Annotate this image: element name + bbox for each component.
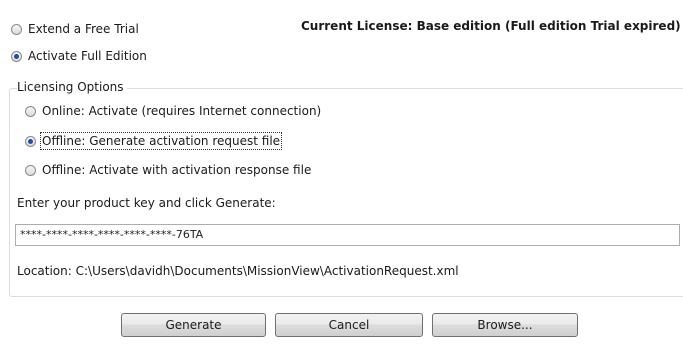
product-key-prompt: Enter your product key and click Generat… xyxy=(17,196,276,210)
radio-circle[interactable] xyxy=(11,23,22,35)
radio-circle[interactable] xyxy=(25,135,36,147)
radio-label: Extend a Free Trial xyxy=(28,22,139,36)
radio-offline-generate[interactable]: Offline: Generate activation request fil… xyxy=(25,132,283,150)
radio-label: Activate Full Edition xyxy=(28,49,147,63)
current-license-label: Current License: Base edition (Full edit… xyxy=(301,19,681,33)
radio-label: Offline: Generate activation request fil… xyxy=(39,132,283,150)
radio-circle[interactable] xyxy=(25,105,36,117)
group-title: Licensing Options xyxy=(17,80,127,94)
radio-online-activate[interactable]: Online: Activate (requires Internet conn… xyxy=(25,104,321,118)
radio-circle[interactable] xyxy=(11,50,22,62)
radio-extend-trial[interactable]: Extend a Free Trial xyxy=(11,22,139,36)
radio-label: Offline: Activate with activation respon… xyxy=(42,163,312,177)
radio-activate-full[interactable]: Activate Full Edition xyxy=(11,49,147,63)
product-key-input[interactable]: ****-****-****-****-****-****-76TA xyxy=(15,224,680,246)
radio-label: Online: Activate (requires Internet conn… xyxy=(42,104,322,118)
generate-button[interactable]: Generate xyxy=(121,313,266,337)
cancel-button[interactable]: Cancel xyxy=(275,313,423,337)
location-path: Location: C:\Users\davidh\Documents\Miss… xyxy=(17,264,459,278)
radio-circle[interactable] xyxy=(25,164,36,176)
browse-button[interactable]: Browse... xyxy=(432,313,578,337)
radio-offline-activate[interactable]: Offline: Activate with activation respon… xyxy=(25,163,311,177)
